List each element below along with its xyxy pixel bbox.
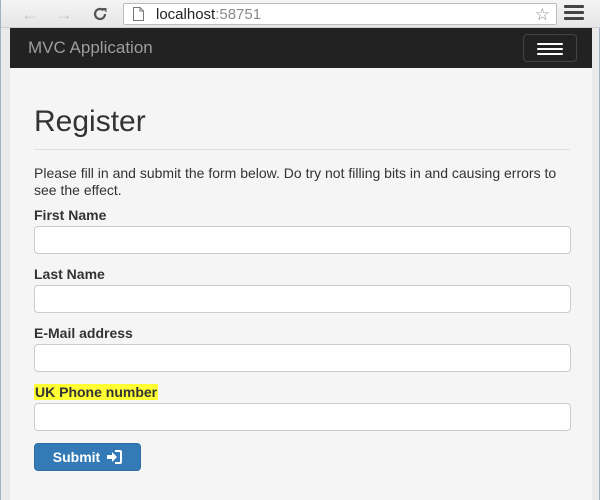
address-bar[interactable]: localhost:58751 ☆ (123, 3, 557, 25)
url-port: :58751 (215, 6, 262, 23)
submit-button[interactable]: Submit (34, 443, 141, 471)
arrow-left-icon[interactable]: ← (19, 3, 41, 25)
navbar: MVC Application (10, 28, 592, 68)
url-text: localhost:58751 (156, 5, 261, 24)
browser-toolbar: ← → localhost:58751 ☆ (1, 0, 600, 28)
brand-link[interactable]: MVC Application (28, 38, 153, 58)
star-icon[interactable]: ☆ (535, 5, 550, 24)
first-name-field[interactable] (34, 226, 571, 254)
sign-in-icon (107, 450, 123, 464)
page-title: Register (34, 105, 146, 138)
phone-field[interactable] (34, 403, 571, 431)
last-name-field[interactable] (34, 285, 571, 313)
navbar-toggle-button[interactable] (523, 34, 577, 62)
page-content: Register Please fill in and submit the f… (10, 68, 592, 500)
submit-label: Submit (52, 449, 101, 465)
arrow-right-icon[interactable]: → (53, 3, 75, 25)
first-name-label: First Name (34, 207, 107, 223)
email-label: E-Mail address (34, 325, 133, 341)
reload-icon[interactable] (89, 3, 111, 25)
last-name-label: Last Name (34, 266, 105, 282)
phone-label: UK Phone number (34, 384, 159, 400)
page-icon (133, 7, 144, 21)
hamburger-menu-icon[interactable] (564, 5, 584, 21)
url-host: localhost (156, 6, 216, 23)
divider (34, 149, 570, 150)
browser-window: ← → localhost:58751 ☆ MVC Application Re (0, 0, 600, 500)
intro-text: Please fill in and submit the form below… (34, 165, 557, 198)
email-field[interactable] (34, 344, 571, 372)
